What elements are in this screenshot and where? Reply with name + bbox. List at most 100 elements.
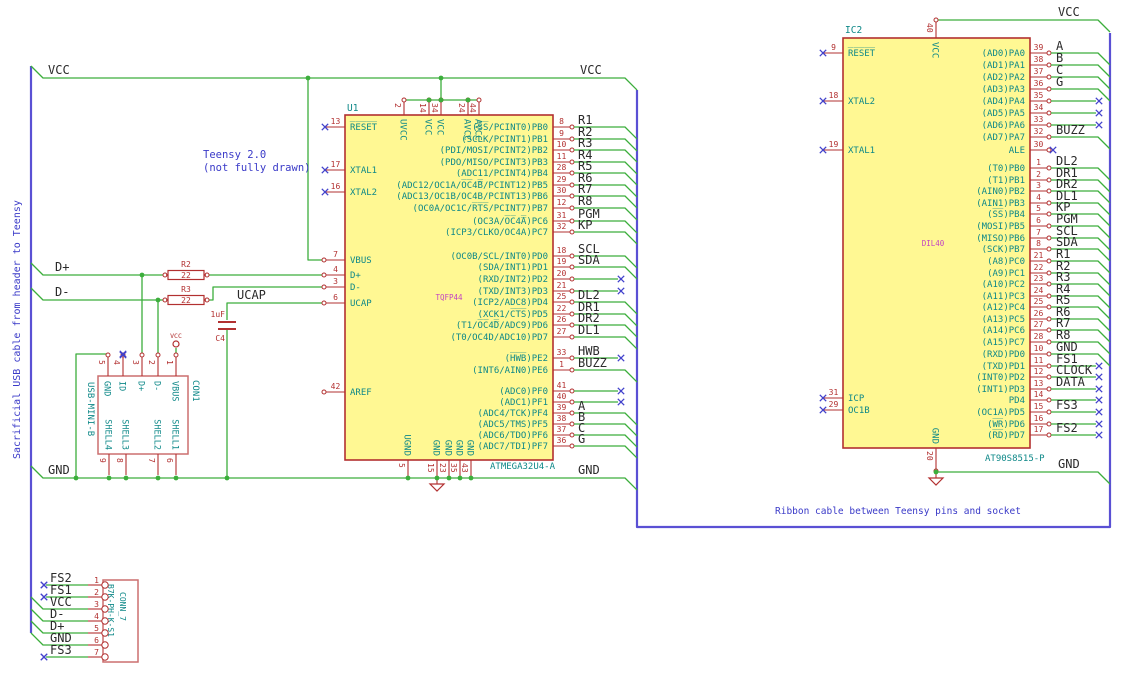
pin-end-circle [1046,74,1052,80]
pin-end-circle [1046,316,1052,322]
net-label: GND [1058,457,1080,471]
net-label: FS2 [1056,421,1078,435]
pin-end-circle [1046,281,1052,287]
pin-number: 33 [1034,115,1044,124]
junction-dot [438,97,444,103]
pin-number: 35 [449,463,458,473]
pin-number: 8 [1036,239,1041,248]
pin-end-circle [569,147,575,153]
pin-end-circle [569,299,575,305]
pin-number: 42 [331,382,341,391]
pin-number: 3 [131,360,140,365]
pin-end-circle [1046,327,1052,333]
ic-value-u1: ATMEGA32U4-A [490,462,556,472]
no-connect-x [617,398,625,406]
no-connect-x [617,287,625,295]
wire [936,471,1111,485]
pin-name: SHELL2 [152,419,162,450]
pin-name: (ADC6/TDO)PF6 [478,431,548,441]
pin-name: VCC [435,119,445,135]
pin-number: 26 [557,315,567,324]
pin-end-circle [569,170,575,176]
pin-number: 13 [331,117,341,126]
pin-number: 35 [1034,91,1044,100]
pin-end-circle [1046,134,1052,140]
pin-number: 7 [94,648,99,657]
pin-number: 26 [1034,309,1044,318]
pin-end-circle [1046,304,1052,310]
pin-name: (RXD)PD0 [982,350,1025,360]
pin-number: 29 [829,400,839,409]
pin-name: R̅E̅S̅E̅T̅ [848,47,876,59]
pin-name: (AD4)PA4 [982,97,1025,107]
resistor-value: 22 [181,296,191,305]
pin-number: 25 [557,292,567,301]
pin-number: 18 [829,91,839,100]
net-label: R8 [578,194,592,208]
pin-number: 3 [94,600,99,609]
pin-name: (PDI/MOSI/PCINT2)PB2 [440,146,548,156]
pin-end-circle [569,410,575,416]
pin-number: 22 [1034,263,1044,272]
junction-dot [305,75,311,81]
pin-name: SHELL3 [120,419,130,450]
pin-end-circle [569,276,575,282]
pin-end-circle [569,205,575,211]
pin-number: 15 [426,463,435,473]
pin-name: XTAL1 [350,166,377,176]
pin-number: 1 [94,576,99,585]
pin-number: 17 [331,160,341,169]
pin-name: (S̅S̅)PB4 [987,208,1025,220]
pin-name: (T0)PB0 [987,164,1025,174]
pin-end-circle [569,253,575,259]
pin-pad-circle [101,653,109,661]
pin-name: GND [102,381,112,396]
pin-end-circle [1046,110,1052,116]
pin-name: AVCC [473,119,483,141]
pin-name: (R̅D̅)PD7 [987,429,1025,441]
pin-name: VBUS [350,256,372,266]
pin-end-circle [569,124,575,130]
resistor-ref: R3 [181,285,191,294]
pin-number: 7 [147,458,156,463]
no-connect-x [617,387,625,395]
connector-ref-con1: CON1 [190,380,200,402]
pin-name: GND [930,428,940,444]
pin-end-circle [1046,421,1052,427]
resistor-value: 22 [181,271,191,280]
pin-name: OC1B [848,406,870,416]
wire [1051,136,1111,150]
net-label: D- [55,285,69,299]
vcc-symbol-label: VCC [170,332,182,340]
pin-name: (ADC13/OC1B/OC4B/PCINT13)PB6 [396,192,548,202]
pin-number: 19 [557,257,567,266]
pin-name: (OC3A/O̅C̅4̅A̅)PC6 [472,215,548,227]
pin-end-circle [1046,363,1052,369]
pin-name: (T1/O̅C̅4̅D̅/ADC9)PD6 [456,319,548,331]
pin-end-circle [476,97,482,103]
no-connect-x [1095,385,1103,393]
pin-end-circle [321,272,327,278]
pin-number: 27 [557,327,567,336]
no-connect-x [1095,97,1103,105]
pin-end-circle [569,334,575,340]
wire [209,286,326,301]
pin-number: 19 [829,140,839,149]
wire [574,266,638,280]
pin-number: 8 [115,458,124,463]
pin-number: 39 [557,403,567,412]
ic-value-ic2: AT90S8515-P [985,454,1045,464]
pin-number: 24 [1034,286,1044,295]
junction-dot [73,475,79,481]
pin-number: 5 [97,360,106,365]
pin-number: 10 [557,140,567,149]
no-connect-x [617,354,625,362]
pin-number: 30 [1034,140,1044,149]
pin-name: R̅E̅S̅E̅T̅ [350,121,378,133]
pin-name: (ADC7/TDI)PF7 [478,442,548,452]
pin-name: (INT0)PD2 [976,373,1025,383]
net-label: BUZZ [1056,123,1085,137]
net-label: DATA [1056,375,1086,389]
pin-name: (A9)PC1 [987,269,1025,279]
net-label: FS3 [50,643,72,657]
